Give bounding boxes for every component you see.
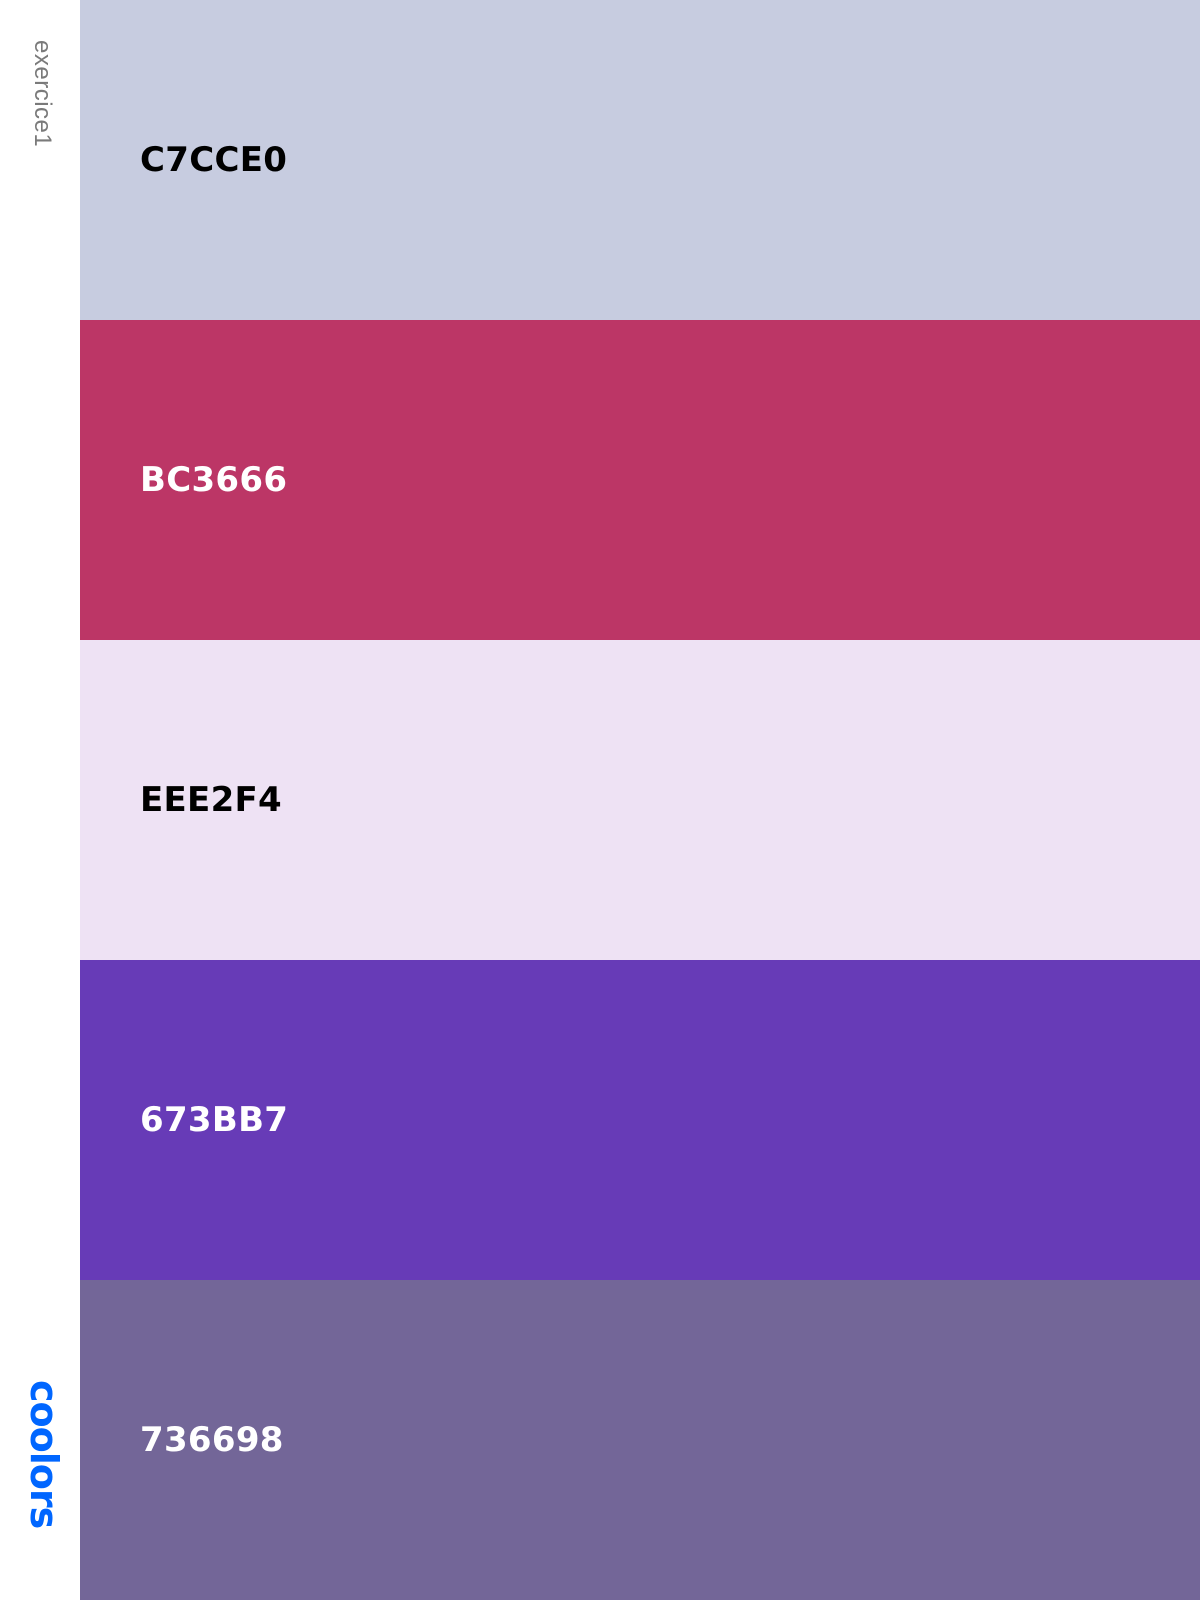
coolors-logo: coolors [22, 1380, 66, 1529]
palette-swatches: C7CCE0 BC3666 EEE2F4 673BB7 736698 [80, 0, 1200, 1600]
color-swatch-5[interactable]: 736698 [80, 1280, 1200, 1600]
swatch-hex-code: C7CCE0 [140, 140, 288, 180]
palette-name: exercice1 [29, 40, 56, 148]
swatch-hex-code: EEE2F4 [140, 780, 283, 820]
sidebar: exercice1 coolors [0, 0, 80, 1600]
swatch-hex-code: BC3666 [140, 460, 288, 500]
swatch-hex-code: 736698 [140, 1420, 284, 1460]
color-swatch-4[interactable]: 673BB7 [80, 960, 1200, 1280]
color-swatch-3[interactable]: EEE2F4 [80, 640, 1200, 960]
color-swatch-1[interactable]: C7CCE0 [80, 0, 1200, 320]
swatch-hex-code: 673BB7 [140, 1100, 289, 1140]
color-swatch-2[interactable]: BC3666 [80, 320, 1200, 640]
